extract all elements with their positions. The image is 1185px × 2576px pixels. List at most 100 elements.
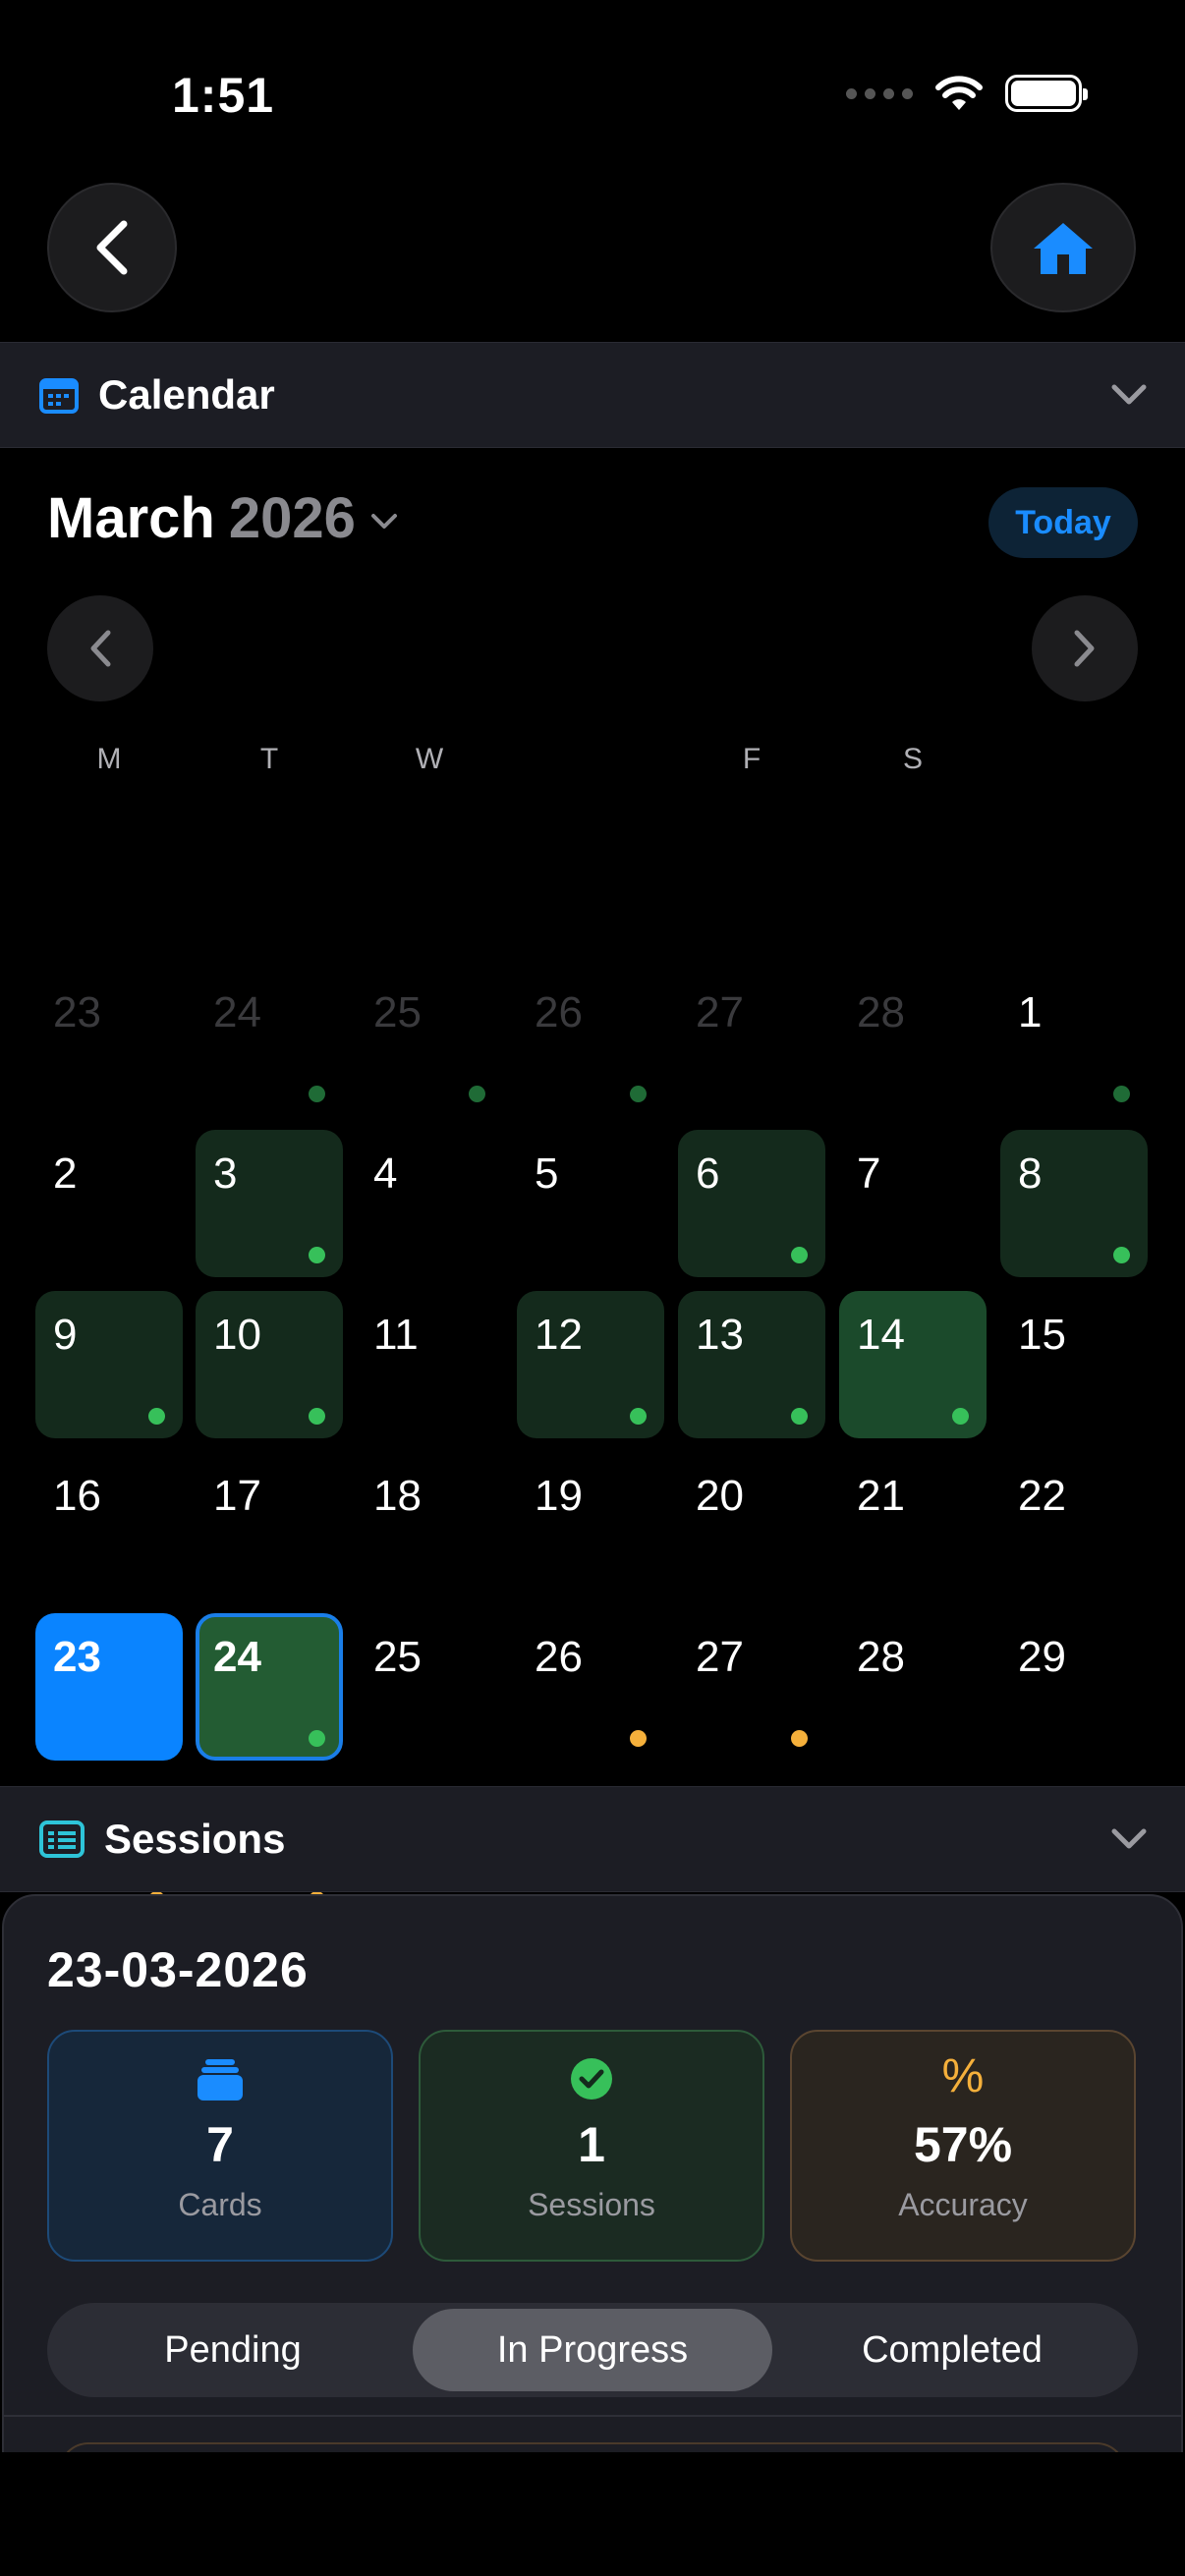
session-indicator-dot <box>791 1408 808 1425</box>
calendar-day[interactable]: 4 <box>356 1130 503 1277</box>
calendar-day-number: 28 <box>857 1633 905 1681</box>
session-indicator-dot <box>791 1730 808 1747</box>
calendar-day[interactable]: 10 <box>196 1291 343 1438</box>
calendar-day[interactable]: 15 <box>1000 1291 1148 1438</box>
calendar-day[interactable]: 18 <box>356 1452 503 1599</box>
calendar-day-number: 3 <box>213 1149 238 1198</box>
chevron-down-icon <box>1111 1828 1147 1849</box>
wifi-icon <box>935 76 983 110</box>
calendar-day[interactable]: 20 <box>678 1452 825 1599</box>
calendar-day[interactable]: 14 <box>839 1291 987 1438</box>
next-month-button[interactable] <box>1032 595 1138 701</box>
chevron-left-icon <box>90 630 111 667</box>
session-indicator-dot <box>309 1730 325 1747</box>
home-icon <box>1034 223 1093 274</box>
percent-icon: % <box>941 2050 985 2102</box>
calendar-day-number: 2 <box>53 1149 78 1198</box>
previous-month-button[interactable] <box>47 595 153 701</box>
weekday-label: T <box>259 743 279 775</box>
calendar-day[interactable]: 22 <box>1000 1452 1148 1599</box>
calendar-day[interactable]: 8 <box>1000 1130 1148 1277</box>
month-picker[interactable]: March 2026 <box>47 485 399 551</box>
calendar-day[interactable]: 24 <box>196 969 343 1116</box>
calendar-day-number: 20 <box>696 1472 744 1520</box>
calendar-day-number: 26 <box>535 988 583 1036</box>
session-indicator-dot <box>952 1408 969 1425</box>
calendar-day-number: 29 <box>1018 1633 1066 1681</box>
year-label: 2026 <box>228 486 356 550</box>
calendar-day-number: 27 <box>696 988 744 1036</box>
calendar-day[interactable]: 13 <box>678 1291 825 1438</box>
calendar-day-number: 25 <box>373 1633 422 1681</box>
calendar-day[interactable]: 9 <box>35 1291 183 1438</box>
cards-label: Cards <box>178 2187 262 2222</box>
back-button[interactable] <box>47 183 177 312</box>
calendar-day-number: 16 <box>53 1472 101 1520</box>
calendar-day-number: 11 <box>373 1311 419 1359</box>
calendar-day-number: 14 <box>857 1311 905 1359</box>
session-indicator-dot <box>309 1086 325 1102</box>
calendar-day[interactable]: 5 <box>517 1130 664 1277</box>
calendar-day-number: 28 <box>857 988 905 1036</box>
calendar-day[interactable]: 25 <box>356 1613 503 1761</box>
calendar-day-number: 1 <box>1018 988 1043 1036</box>
calendar-day[interactable]: 26 <box>517 969 664 1116</box>
calendar-day[interactable]: 7 <box>839 1130 987 1277</box>
accuracy-stat-card: % 57% Accuracy <box>790 2030 1136 2262</box>
calendar-day-number: 21 <box>857 1472 905 1520</box>
sessions-section-title: Sessions <box>104 1816 286 1862</box>
checkmark-circle-icon <box>571 2058 612 2100</box>
session-indicator-dot <box>309 1408 325 1425</box>
calendar-day[interactable]: 23 <box>35 969 183 1116</box>
weekday-label: W <box>415 743 444 775</box>
calendar-day-number: 10 <box>213 1311 261 1359</box>
chevron-down-icon <box>1111 384 1147 405</box>
weekday-label: M <box>96 743 122 775</box>
calendar-day[interactable]: 29 <box>1000 1613 1148 1761</box>
calendar-day[interactable]: 21 <box>839 1452 987 1599</box>
session-indicator-dot <box>469 1086 485 1102</box>
calendar-day[interactable]: 26 <box>517 1613 664 1761</box>
session-indicator-dot <box>148 1408 165 1425</box>
calendar-day-number: 6 <box>696 1149 720 1198</box>
session-date: 23-03-2026 <box>47 1942 309 1997</box>
calendar-day-number: 23 <box>53 1633 101 1681</box>
calendar-day-number: 5 <box>535 1149 559 1198</box>
calendar-day[interactable]: 28 <box>839 969 987 1116</box>
status-time: 1:51 <box>172 68 275 123</box>
calendar-day-number: 7 <box>857 1149 881 1198</box>
sessions-label: Sessions <box>528 2187 655 2222</box>
calendar-day[interactable]: 24 <box>196 1613 343 1761</box>
session-indicator-dot <box>1113 1247 1130 1263</box>
calendar-day[interactable]: 17 <box>196 1452 343 1599</box>
weekday-label: S <box>902 743 923 775</box>
calendar-day[interactable]: 3 <box>196 1130 343 1277</box>
calendar-day[interactable]: 27 <box>678 1613 825 1761</box>
calendar-day[interactable]: 11 <box>356 1291 503 1438</box>
calendar-day[interactable]: 25 <box>356 969 503 1116</box>
home-button[interactable] <box>990 183 1136 312</box>
tab-completed[interactable]: Completed <box>772 2309 1132 2391</box>
calendar-day[interactable]: 1 <box>1000 969 1148 1116</box>
calendar-day[interactable]: 2 <box>35 1130 183 1277</box>
calendar-day[interactable]: 23 <box>35 1613 183 1761</box>
calendar-section-header[interactable]: Calendar <box>0 342 1185 448</box>
calendar-day[interactable]: 6 <box>678 1130 825 1277</box>
calendar-day[interactable]: 19 <box>517 1452 664 1599</box>
calendar-day[interactable]: 12 <box>517 1291 664 1438</box>
calendar-icon <box>39 378 79 414</box>
cards-stack-icon <box>198 2059 243 2100</box>
accuracy-value: 57% <box>913 2117 1013 2172</box>
tab-in-progress[interactable]: In Progress <box>413 2309 772 2391</box>
tab-pending[interactable]: Pending <box>53 2309 413 2391</box>
divider <box>2 2415 1183 2417</box>
calendar-day[interactable]: 16 <box>35 1452 183 1599</box>
session-indicator-dot <box>791 1247 808 1263</box>
session-status-segmented-control: Pending In Progress Completed <box>47 2303 1138 2397</box>
calendar-day[interactable]: 27 <box>678 969 825 1116</box>
session-indicator-dot <box>309 1247 325 1263</box>
sessions-section-header[interactable]: Sessions <box>0 1786 1185 1892</box>
calendar-day[interactable]: 28 <box>839 1613 987 1761</box>
today-button[interactable]: Today <box>988 487 1138 558</box>
calendar-day-number: 24 <box>213 1633 261 1681</box>
